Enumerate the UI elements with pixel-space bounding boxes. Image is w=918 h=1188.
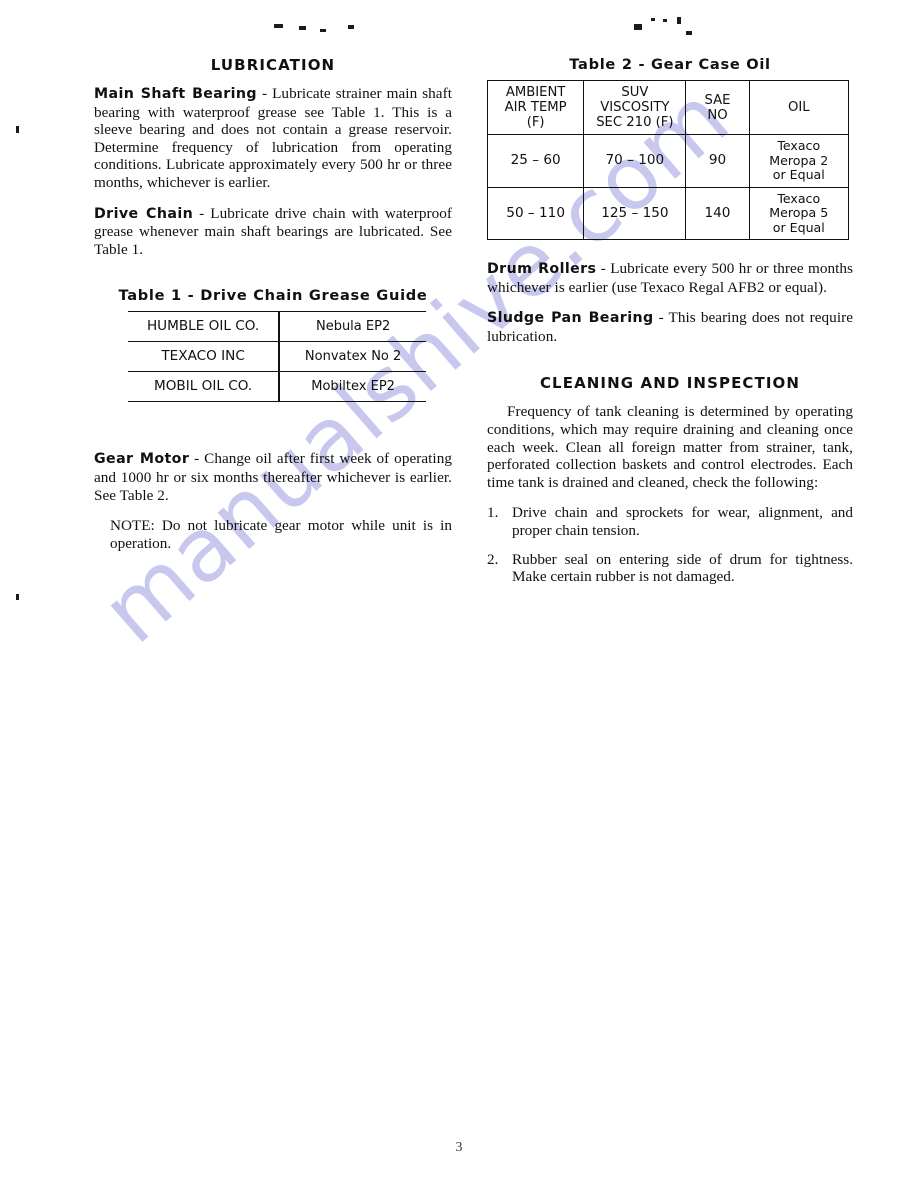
scan-artifact [651, 18, 655, 21]
cell-sae-no: 140 [685, 186, 750, 240]
cell-oil: Texaco Meropa 2 or Equal [748, 134, 850, 188]
table-header-row: AMBIENT AIR TEMP (F) SUV VISCOSITY SEC 2… [486, 80, 850, 135]
table-2-caption: Table 2 - Gear Case Oil [569, 56, 771, 73]
header-suv-viscosity: SUV VISCOSITY SEC 210 (F) [583, 80, 687, 135]
table-row: MOBIL OIL CO. Mobiltex EP2 [128, 371, 426, 402]
section-title-cleaning-and-inspection: CLEANING AND INSPECTION [539, 374, 801, 393]
paragraph-sludge-pan-bearing: Sludge Pan Bearing - This bearing does n… [487, 309, 853, 345]
dash-separator: - [257, 85, 273, 102]
list-item: 1. Drive chain and sprockets for wear, al… [487, 504, 853, 539]
right-column: Table 2 - Gear Case Oil AMBIENT AIR TEMP… [486, 56, 853, 597]
cell-suv-viscosity: 70 – 100 [583, 134, 687, 188]
cell-suv-viscosity: 125 – 150 [583, 186, 687, 240]
cell-grease: Mobiltex EP2 [311, 379, 395, 395]
cell-supplier: TEXACO INC [128, 341, 281, 372]
list-item-number: 1. [487, 504, 499, 522]
list-item: 2. Rubber seal on entering side of drum f… [487, 551, 853, 586]
oil-line-2: or Equal [772, 219, 825, 235]
paragraph-drum-rollers: Drum Rollers - Lubricate every 500 hr or… [487, 260, 853, 296]
cell-ambient-air-temp: 50 – 110 [486, 186, 585, 240]
cell-oil: Texaco Meropa 5 or Equal [748, 186, 850, 240]
dash-separator: - [596, 260, 611, 277]
scan-artifact [274, 24, 283, 28]
header-line-2: SEC 210 (F) [596, 115, 674, 130]
table-row: 25 – 60 70 – 100 90 Texaco Meropa 2 or E… [486, 134, 850, 188]
scan-artifact [663, 19, 667, 22]
cell-supplier: HUMBLE OIL CO. [128, 311, 281, 342]
list-item-number: 2. [487, 550, 499, 568]
run-in-heading-gear-motor: Gear Motor [94, 451, 190, 468]
header-line-1: AMBIENT [505, 85, 566, 100]
header-line-1: SUV VISCOSITY [600, 85, 670, 115]
header-sae-no: SAE NO [685, 80, 750, 135]
list-item-text: Rubber seal on entering side of drum for… [512, 550, 853, 586]
cell-supplier: MOBIL OIL CO. [128, 371, 281, 402]
scan-artifact [16, 126, 19, 133]
scan-artifact [677, 17, 681, 24]
left-column: LUBRICATION Main Shaft Bearing - Lubrica… [94, 56, 452, 565]
dash-separator: - [193, 204, 211, 222]
oil-line-1: Texaco Meropa 5 [769, 190, 829, 220]
checklist: 1. Drive chain and sprockets for wear, al… [487, 504, 853, 585]
paragraph-cleaning-intro: Frequency of tank cleaning is determined… [487, 403, 853, 491]
paragraph-drive-chain: Drive Chain - Lubricate drive chain with… [94, 205, 452, 259]
cell-ambient-air-temp: 25 – 60 [486, 134, 585, 188]
dash-separator: - [189, 450, 205, 468]
document-page: manualshive.com LUBRICATION Main Shaft B… [0, 0, 918, 1188]
scan-artifact [634, 24, 642, 30]
paragraph-main-shaft-bearing: Main Shaft Bearing - Lubricate strainer … [94, 85, 452, 192]
paragraph-gear-motor: Gear Motor - Change oil after first week… [94, 450, 452, 504]
run-in-heading-sludge-pan-bearing: Sludge Pan Bearing [487, 310, 654, 327]
run-in-heading-main-shaft-bearing: Main Shaft Bearing [94, 86, 257, 102]
table-row: 50 – 110 125 – 150 140 Texaco Meropa 5 o… [486, 186, 850, 240]
run-in-heading-drum-rollers: Drum Rollers [487, 261, 597, 277]
header-line-2: AIR TEMP (F) [504, 100, 567, 130]
table-row: TEXACO INC Nonvatex No 2 [128, 341, 426, 372]
dash-separator: - [653, 309, 669, 327]
scan-artifact [348, 25, 354, 29]
list-item-text: Drive chain and sprockets for wear, alig… [512, 504, 853, 539]
table-drive-chain-grease-guide: HUMBLE OIL CO. Nebula EP2 TEXACO INC Non… [128, 311, 426, 402]
scan-artifact [320, 29, 326, 32]
table-gear-case-oil: AMBIENT AIR TEMP (F) SUV VISCOSITY SEC 2… [486, 80, 850, 240]
page-number: 3 [455, 1140, 463, 1155]
cell-sae-no: 90 [685, 134, 750, 188]
table-row: HUMBLE OIL CO. Nebula EP2 [128, 311, 426, 342]
oil-line-1: Texaco Meropa 2 [769, 138, 829, 168]
note-block: NOTE: Do not lubricate gear motor while … [110, 517, 452, 552]
scan-artifact [299, 26, 306, 30]
header-ambient-air-temp: AMBIENT AIR TEMP (F) [486, 80, 585, 135]
header-oil: OIL [748, 80, 850, 135]
table-1-caption: Table 1 - Drive Chain Grease Guide [118, 287, 428, 305]
oil-line-2: or Equal [772, 167, 825, 182]
scan-artifact [686, 31, 692, 35]
run-in-heading-drive-chain: Drive Chain [94, 205, 194, 222]
section-title-lubrication: LUBRICATION [210, 56, 336, 74]
table-1-block: Table 1 - Drive Chain Grease Guide HUMBL… [94, 287, 452, 402]
scan-artifact [16, 594, 19, 600]
cell-grease: Nebula EP2 [315, 319, 391, 335]
cell-grease: Nonvatex No 2 [304, 349, 402, 365]
